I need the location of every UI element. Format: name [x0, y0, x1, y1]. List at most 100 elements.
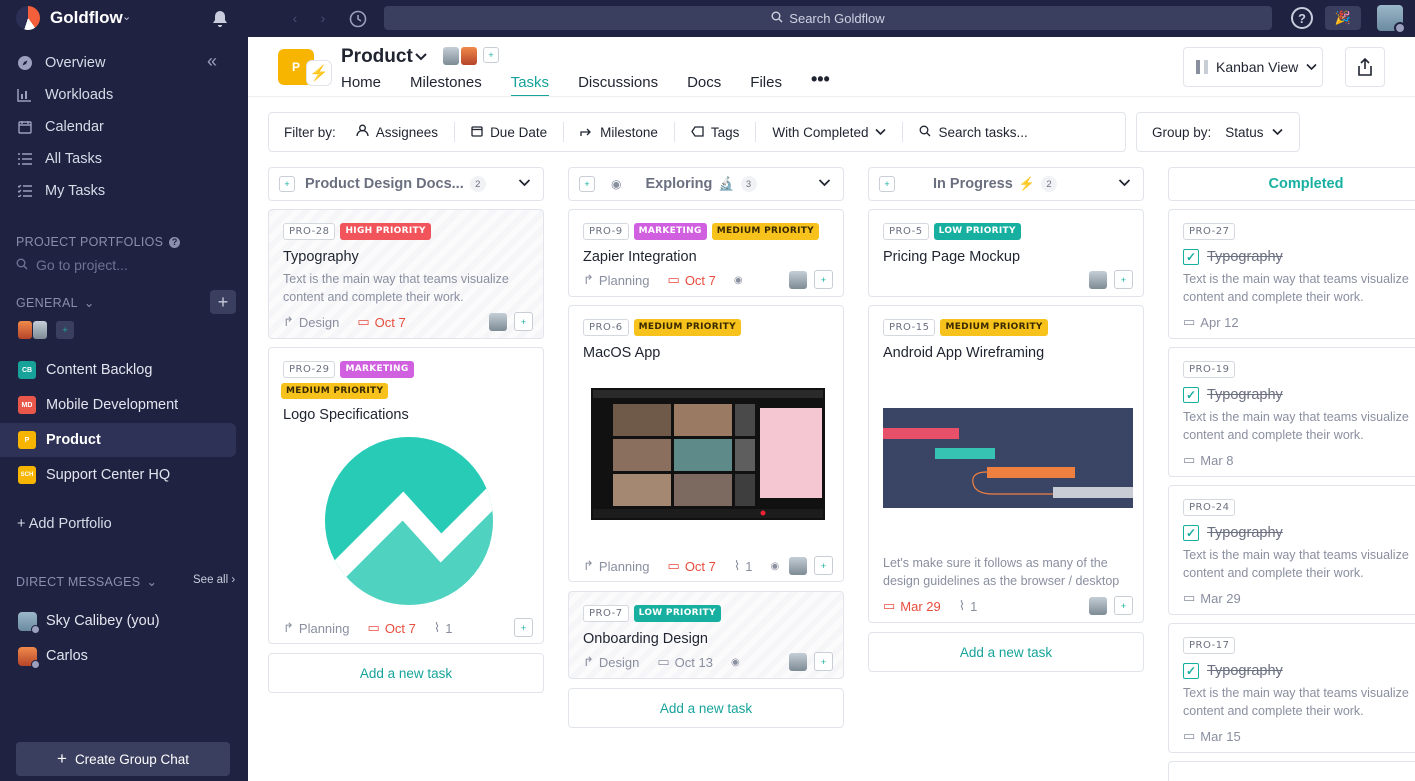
filter-milestone[interactable]: Milestone: [564, 122, 675, 142]
add-member-icon[interactable]: +: [56, 321, 74, 339]
user-avatar[interactable]: [1377, 5, 1406, 34]
avatar[interactable]: [489, 313, 507, 331]
add-assignee-icon[interactable]: +: [814, 652, 833, 671]
filter-with-completed[interactable]: With Completed: [756, 122, 904, 142]
collapse-sidebar-icon[interactable]: «: [207, 51, 217, 72]
project-members[interactable]: +: [443, 47, 499, 65]
task-card[interactable]: PRO-6 MEDIUM PRIORITY MacOS App ↱ Planni…: [568, 305, 844, 582]
search-tasks-input[interactable]: Search tasks...: [903, 122, 1043, 142]
filter-due-date[interactable]: Due Date: [455, 122, 565, 142]
workspace-name[interactable]: Goldflow: [50, 8, 123, 28]
eye-icon[interactable]: ◉: [611, 177, 621, 191]
column-header-product-design-docs[interactable]: + Product Design Docs... 2: [268, 167, 544, 201]
add-portfolio-button[interactable]: + Add Portfolio: [17, 516, 112, 532]
forward-arrow-icon[interactable]: ›: [312, 7, 334, 29]
chevron-down-icon[interactable]: [518, 176, 531, 192]
tab-files[interactable]: Files: [750, 74, 782, 97]
task-card[interactable]: PRO-15 MEDIUM PRIORITY Android App Wiref…: [868, 305, 1144, 623]
project-support-center-hq[interactable]: SCH Support Center HQ: [0, 458, 236, 492]
goto-project-input[interactable]: Go to project...: [16, 257, 128, 273]
tab-home[interactable]: Home: [341, 74, 381, 97]
add-member-icon[interactable]: +: [483, 47, 499, 63]
task-card[interactable]: [1168, 761, 1415, 781]
dm-carlos[interactable]: Carlos: [18, 643, 88, 669]
task-card[interactable]: PRO-28 HIGH PRIORITY Typography Text is …: [268, 209, 544, 339]
share-icon[interactable]: [1345, 47, 1385, 87]
filter-tags[interactable]: Tags: [675, 122, 757, 142]
add-task-button[interactable]: Add a new task: [568, 688, 844, 728]
column-header-exploring[interactable]: + ◉ Exploring 🔬 3: [568, 167, 844, 201]
column-header-completed[interactable]: Completed: [1168, 167, 1415, 201]
avatar[interactable]: [789, 653, 807, 671]
task-card[interactable]: PRO-27 ✓ Typography Text is the main way…: [1168, 209, 1415, 339]
chevron-down-icon: ⌄: [83, 296, 95, 310]
avatar[interactable]: [1089, 597, 1107, 615]
tab-discussions[interactable]: Discussions: [578, 74, 658, 97]
task-card[interactable]: PRO-29 MARKETING MEDIUM PRIORITY Logo Sp…: [268, 347, 544, 644]
project-title[interactable]: Product: [341, 46, 413, 68]
add-assignee-icon[interactable]: +: [514, 312, 533, 331]
chevron-down-icon[interactable]: [1118, 176, 1131, 192]
chevron-down-icon[interactable]: ⌄: [122, 10, 131, 23]
party-popper-icon[interactable]: 🎉: [1325, 6, 1361, 30]
back-arrow-icon[interactable]: ‹: [284, 7, 306, 29]
add-assignee-icon[interactable]: +: [1114, 596, 1133, 615]
more-icon[interactable]: •••: [811, 70, 830, 97]
dm-sky-calibey[interactable]: Sky Calibey (you): [18, 608, 160, 634]
add-task-button[interactable]: Add a new task: [268, 653, 544, 693]
general-header[interactable]: GENERAL ⌄: [16, 295, 95, 311]
project-content-backlog[interactable]: CB Content Backlog: [0, 353, 236, 387]
column-header-in-progress[interactable]: + In Progress ⚡ 2: [868, 167, 1144, 201]
add-assignee-icon[interactable]: +: [279, 176, 295, 192]
chevron-down-icon[interactable]: [414, 49, 428, 66]
project-product[interactable]: P Product: [0, 423, 236, 457]
global-search[interactable]: Search Goldflow: [384, 6, 1272, 30]
nav-calendar[interactable]: Calendar: [16, 113, 104, 141]
help-icon[interactable]: ?: [169, 236, 181, 248]
group-by-select[interactable]: Group by: Status: [1136, 112, 1300, 152]
add-project-button[interactable]: +: [210, 290, 236, 314]
see-all-link[interactable]: See all ›: [193, 574, 235, 586]
task-card[interactable]: PRO-19 ✓ Typography Text is the main way…: [1168, 347, 1415, 477]
add-task-button[interactable]: Add a new task: [868, 632, 1144, 672]
task-card[interactable]: PRO-7 LOW PRIORITY Onboarding Design ↱ D…: [568, 591, 844, 679]
completed-checkbox[interactable]: ✓: [1183, 387, 1199, 403]
nav-workloads[interactable]: Workloads: [16, 81, 113, 109]
completed-checkbox[interactable]: ✓: [1183, 249, 1199, 265]
add-assignee-icon[interactable]: +: [1114, 270, 1133, 289]
add-assignee-icon[interactable]: +: [579, 176, 595, 192]
dm-name: Carlos: [46, 648, 88, 664]
bell-icon[interactable]: [210, 8, 230, 28]
avatar[interactable]: [1089, 271, 1107, 289]
avatar[interactable]: [789, 271, 807, 289]
chevron-down-icon[interactable]: [818, 176, 831, 192]
task-card[interactable]: PRO-24 ✓ Typography Text is the main way…: [1168, 485, 1415, 615]
completed-checkbox[interactable]: ✓: [1183, 663, 1199, 679]
history-icon[interactable]: [346, 7, 370, 31]
project-mobile-development[interactable]: MD Mobile Development: [0, 388, 236, 422]
add-assignee-icon[interactable]: +: [879, 176, 895, 192]
task-card[interactable]: PRO-9 MARKETING MEDIUM PRIORITY Zapier I…: [568, 209, 844, 297]
tab-tasks[interactable]: Tasks: [510, 74, 550, 97]
direct-messages-header[interactable]: DIRECT MESSAGES ⌄: [16, 574, 157, 590]
tab-docs[interactable]: Docs: [687, 74, 721, 97]
nav-all-tasks[interactable]: All Tasks: [16, 145, 102, 173]
general-members[interactable]: +: [18, 321, 74, 339]
nav-overview[interactable]: Overview: [16, 49, 105, 77]
task-card[interactable]: PRO-17 ✓ Typography Text is the main way…: [1168, 623, 1415, 753]
help-icon[interactable]: ?: [1291, 7, 1313, 29]
nav-my-tasks[interactable]: My Tasks: [16, 177, 105, 205]
create-group-chat-button[interactable]: + Create Group Chat: [16, 742, 230, 776]
filter-assignees[interactable]: Assignees: [340, 122, 456, 142]
task-meta: ▭ Mar 15: [1183, 728, 1241, 744]
add-assignee-icon[interactable]: +: [514, 618, 533, 637]
add-assignee-icon[interactable]: +: [814, 270, 833, 289]
task-card[interactable]: PRO-5 LOW PRIORITY Pricing Page Mockup +: [868, 209, 1144, 297]
add-assignee-icon[interactable]: +: [814, 556, 833, 575]
view-switcher[interactable]: Kanban View: [1183, 47, 1323, 87]
goldflow-logo[interactable]: [16, 6, 40, 30]
avatar[interactable]: [789, 557, 807, 575]
tab-milestones[interactable]: Milestones: [410, 74, 482, 97]
completed-checkbox[interactable]: ✓: [1183, 525, 1199, 541]
lightning-icon[interactable]: ⚡: [306, 60, 332, 86]
